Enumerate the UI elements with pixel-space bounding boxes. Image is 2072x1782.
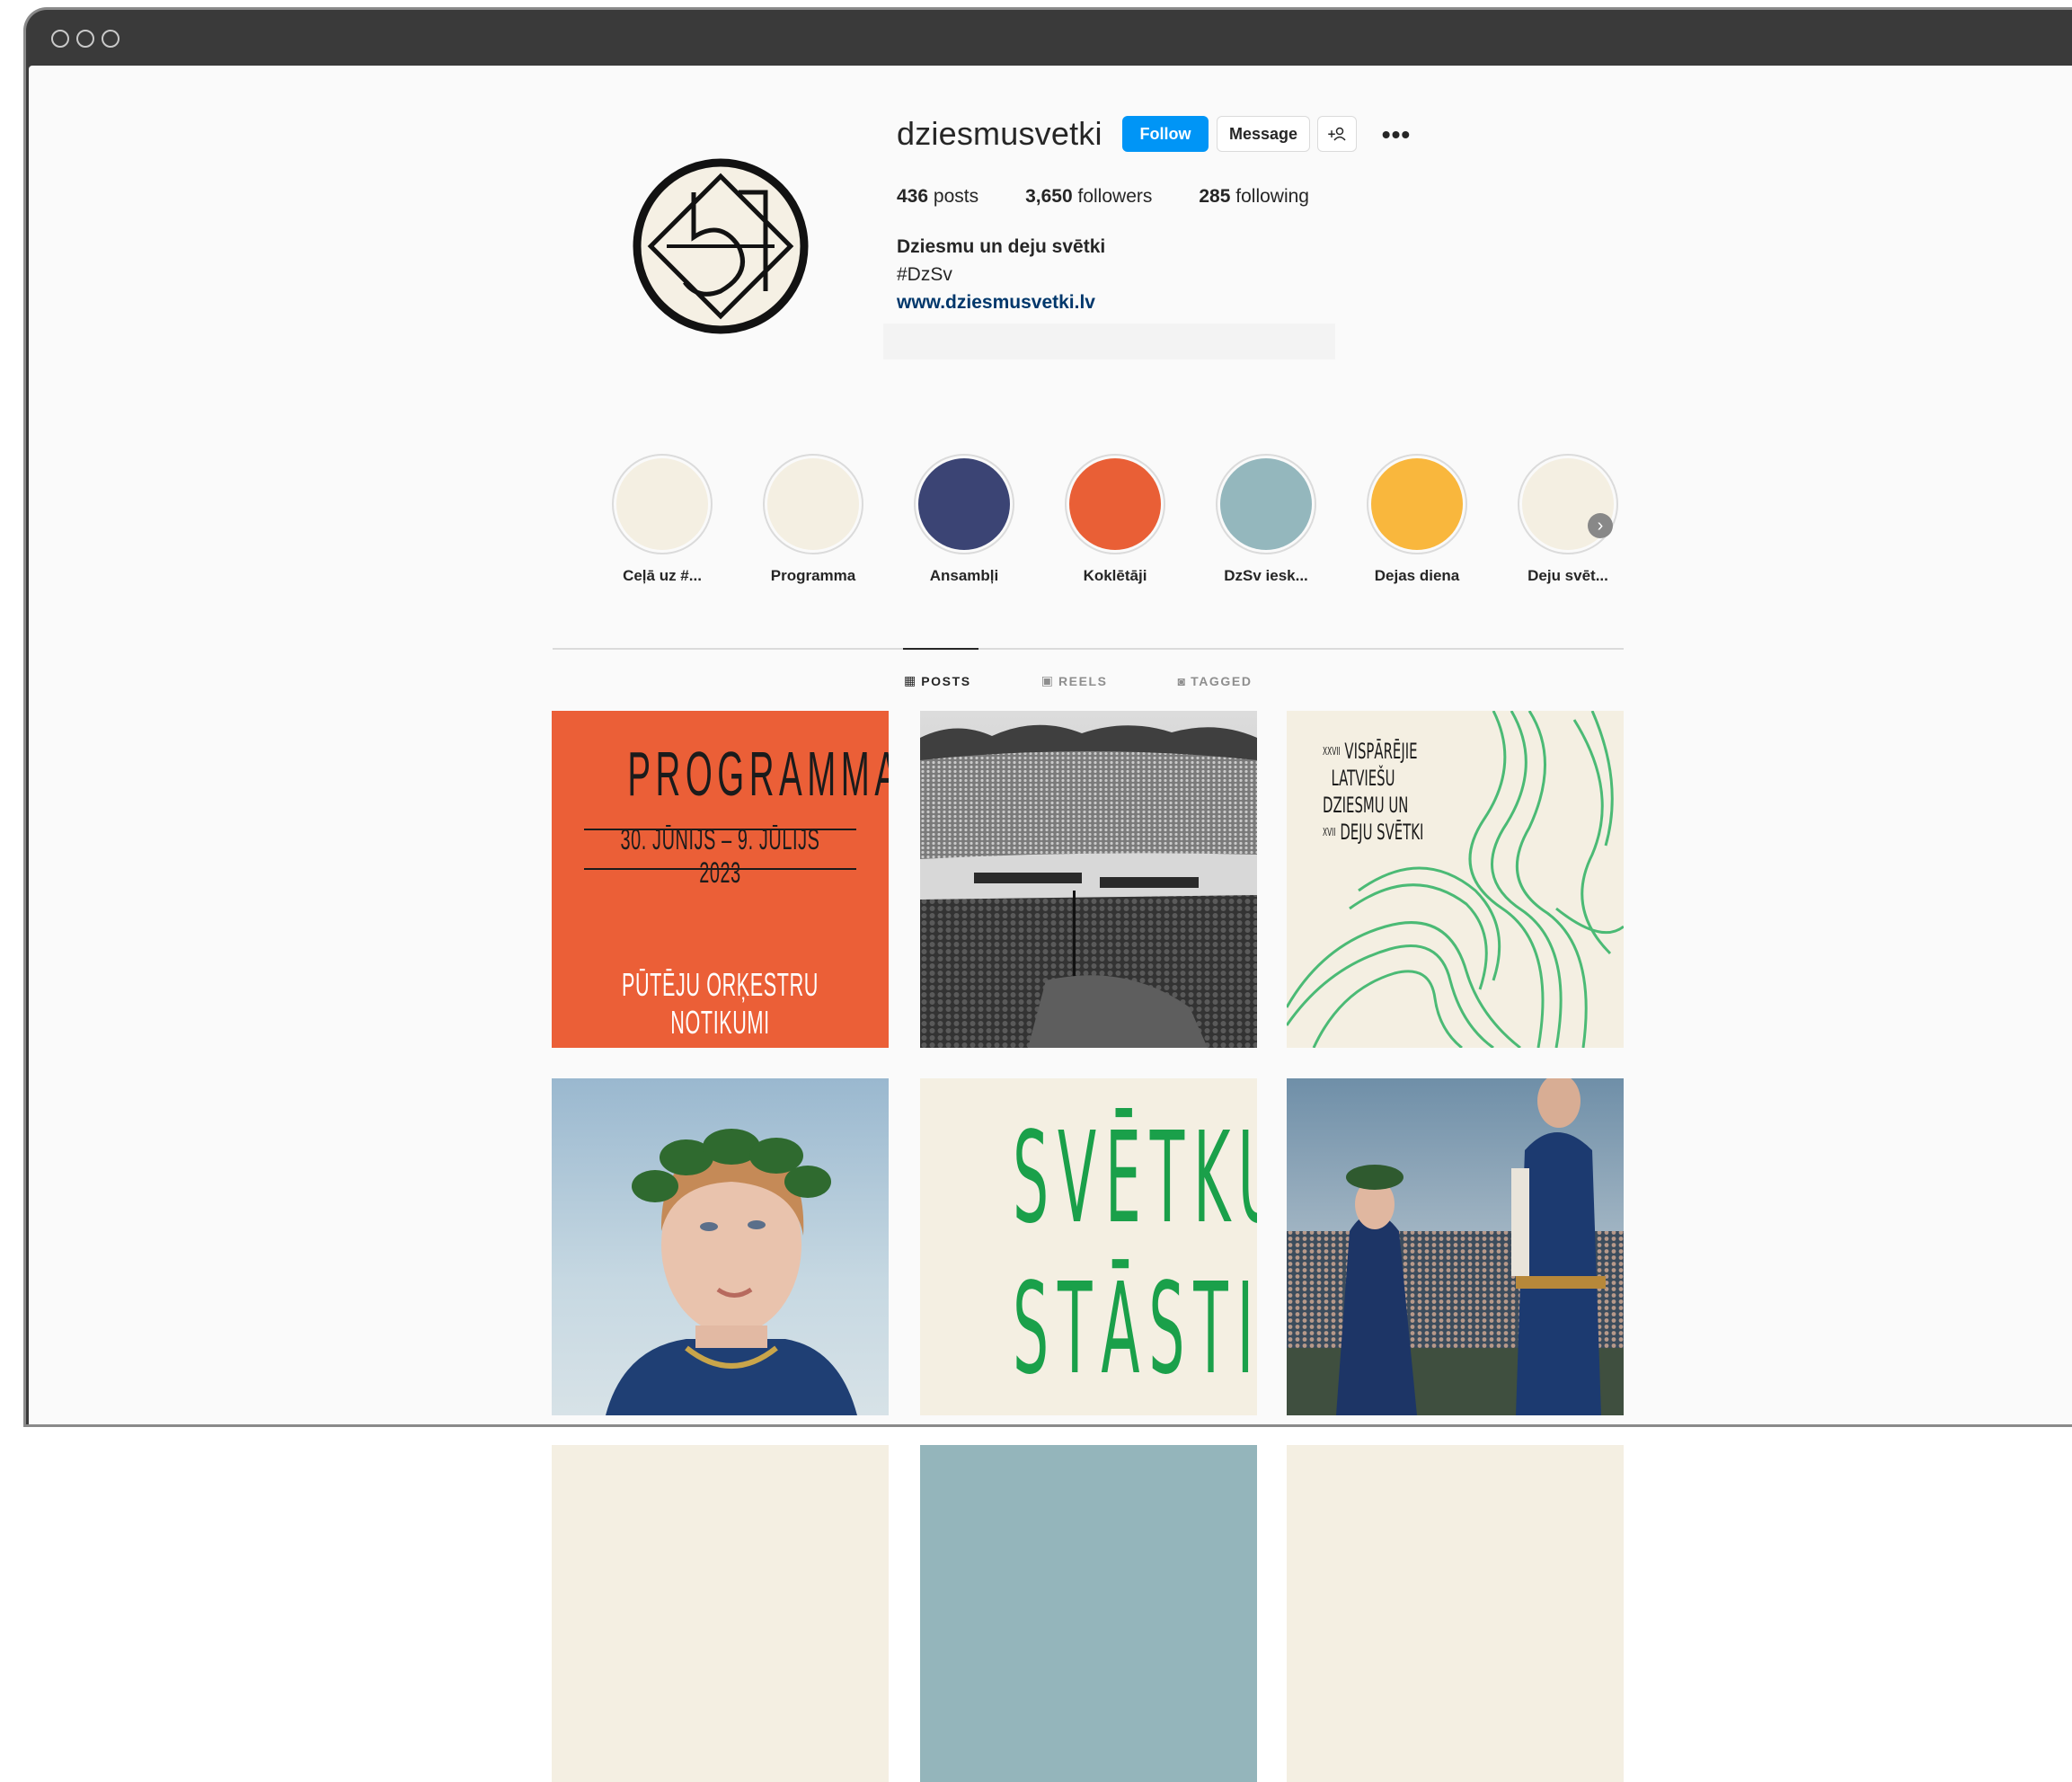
- reels-icon: ▣: [1040, 673, 1053, 687]
- post-dancers-photo[interactable]: [1287, 1078, 1624, 1415]
- post-partial-2[interactable]: [920, 1445, 1257, 1782]
- window-controls: [51, 30, 120, 48]
- minimize-window-button[interactable]: [76, 30, 94, 48]
- highlight-cover: [1065, 454, 1165, 554]
- tab-tagged-label: TAGGED: [1191, 673, 1253, 688]
- posts-count: 436: [897, 186, 929, 207]
- dancers-photo-image: [1287, 1078, 1624, 1415]
- followers-stat[interactable]: 3,650 followers: [1025, 186, 1152, 208]
- highlight-item[interactable]: Dejas diena: [1341, 454, 1493, 585]
- stasti-word: STĀSTI: [1013, 1256, 1257, 1403]
- bio-placeholder-band: [883, 324, 1335, 359]
- vispareji-text: XXVII VISPĀRĒJIE LATVIEŠU DZIESMU UN XVI…: [1323, 738, 1423, 846]
- highlight-cover-fill: [767, 458, 859, 550]
- tabs-divider: [553, 648, 1624, 650]
- add-person-icon: +: [1327, 127, 1346, 141]
- profile-tabs: ▦ POSTS ▣ REELS ◙ TAGGED: [904, 673, 1323, 688]
- logo-50-icon: [633, 158, 809, 334]
- post-stadium-photo[interactable]: [920, 711, 1257, 1048]
- story-highlights: Ceļā uz #... Programma Ansambļi Koklētāji Dz…: [586, 454, 1637, 589]
- highlight-cover: [1518, 454, 1618, 554]
- vispareji-line3: DZIESMU UN: [1323, 793, 1409, 818]
- post-svetku-stasti[interactable]: SVĒTKU STĀSTI: [920, 1078, 1257, 1415]
- post-girl-portrait[interactable]: [552, 1078, 889, 1415]
- post-partial-3[interactable]: [1287, 1445, 1624, 1782]
- more-options-icon[interactable]: •••: [1377, 120, 1416, 150]
- profile-username: dziesmusvetki: [897, 115, 1102, 152]
- bio-link[interactable]: www.dziesmusvetki.lv: [897, 288, 1105, 316]
- vispareji-line1: VISPĀRĒJIE: [1344, 739, 1418, 764]
- highlight-item[interactable]: Ceļā uz #...: [586, 454, 739, 585]
- active-tab-indicator: [903, 648, 978, 650]
- highlight-cover-fill: [1069, 458, 1161, 550]
- grid-icon: ▦: [904, 673, 916, 687]
- bio-hashtag[interactable]: #DzSv: [897, 261, 1105, 288]
- posts-label: posts: [933, 186, 979, 207]
- message-button[interactable]: Message: [1217, 116, 1310, 152]
- highlight-cover: [1216, 454, 1316, 554]
- vispareji-line4: DEJU SVĒTKI: [1340, 820, 1424, 845]
- highlight-cover-fill: [616, 458, 708, 550]
- highlight-label: Programma: [770, 567, 856, 584]
- highlight-cover: [612, 454, 713, 554]
- following-label: following: [1235, 186, 1309, 207]
- divider-line: [584, 868, 856, 870]
- highlight-label: Ceļā uz #...: [623, 567, 702, 584]
- post-vispareji-svetki[interactable]: XXVII VISPĀRĒJIE LATVIEŠU DZIESMU UN XVI…: [1287, 711, 1624, 1048]
- profile-stats: 436 posts 3,650 followers 285 following: [897, 186, 1356, 208]
- svetku-word: SVĒTKU: [1013, 1105, 1257, 1252]
- tab-reels-label: REELS: [1058, 673, 1108, 688]
- highlight-item[interactable]: Koklētāji: [1039, 454, 1191, 585]
- programma-subtitle: PŪTĒJU ORĶESTRU NOTIKUMI: [621, 966, 819, 1041]
- highlight-label: Koklētāji: [1083, 567, 1147, 584]
- highlight-cover-fill: [1371, 458, 1463, 550]
- highlight-item[interactable]: Deju svēt...: [1492, 454, 1644, 585]
- svg-text:+: +: [1327, 128, 1336, 140]
- highlight-cover-fill: [1220, 458, 1312, 550]
- programma-title: PROGRAMMA: [627, 739, 889, 809]
- programma-dates: 30. JŪNIJS – 9. JŪLIJS 2023: [620, 823, 820, 889]
- bio-name: Dziesmu un deju svētki: [897, 236, 1106, 257]
- highlight-label: DzSv iesk...: [1224, 567, 1308, 584]
- profile-page: dziesmusvetki Follow Message + ••• 436 p…: [29, 66, 2072, 1782]
- girl-portrait-image: [606, 1129, 857, 1415]
- browser-window: dziesmusvetki Follow Message + ••• 436 p…: [23, 7, 2072, 1782]
- highlight-item[interactable]: DzSv iesk...: [1190, 454, 1342, 585]
- highlight-cover: [763, 454, 863, 554]
- post-partial-1[interactable]: [552, 1445, 889, 1782]
- suggested-accounts-button[interactable]: +: [1317, 116, 1357, 152]
- tagged-icon: ◙: [1177, 673, 1186, 688]
- close-window-button[interactable]: [51, 30, 69, 48]
- roman-numeral: XVII: [1323, 826, 1336, 838]
- zoom-window-button[interactable]: [102, 30, 120, 48]
- next-arrow-icon[interactable]: ›: [1588, 513, 1613, 538]
- follow-button[interactable]: Follow: [1122, 116, 1209, 152]
- highlight-label: Ansambļi: [929, 567, 999, 584]
- tab-reels[interactable]: ▣ REELS: [1041, 673, 1108, 688]
- following-count: 285: [1199, 186, 1231, 207]
- highlight-label: Deju svēt...: [1527, 567, 1608, 584]
- highlight-cover: [1367, 454, 1467, 554]
- highlight-item[interactable]: Programma: [737, 454, 890, 585]
- following-stat[interactable]: 285 following: [1199, 186, 1309, 208]
- highlight-item[interactable]: Ansambļi: [888, 454, 1040, 585]
- tab-tagged[interactable]: ◙ TAGGED: [1178, 673, 1253, 688]
- posts-stat[interactable]: 436 posts: [897, 186, 978, 208]
- profile-bio: Dziesmu un deju svētki #DzSv www.dziesmu…: [897, 233, 1105, 316]
- highlight-label: Dejas diena: [1374, 567, 1460, 584]
- stadium-photo-image: [920, 711, 1257, 1048]
- highlight-cover-fill: [918, 458, 1010, 550]
- vispareji-line2: LATVIEŠU: [1331, 766, 1395, 791]
- followers-count: 3,650: [1025, 186, 1073, 207]
- roman-numeral: XXVII: [1323, 745, 1341, 758]
- profile-avatar[interactable]: [608, 134, 833, 359]
- tab-posts-label: POSTS: [921, 673, 971, 688]
- followers-label: followers: [1077, 186, 1153, 207]
- tab-posts[interactable]: ▦ POSTS: [904, 673, 971, 688]
- post-programma[interactable]: PROGRAMMA 30. JŪNIJS – 9. JŪLIJS 2023 PŪ…: [552, 711, 889, 1048]
- highlight-cover: [914, 454, 1014, 554]
